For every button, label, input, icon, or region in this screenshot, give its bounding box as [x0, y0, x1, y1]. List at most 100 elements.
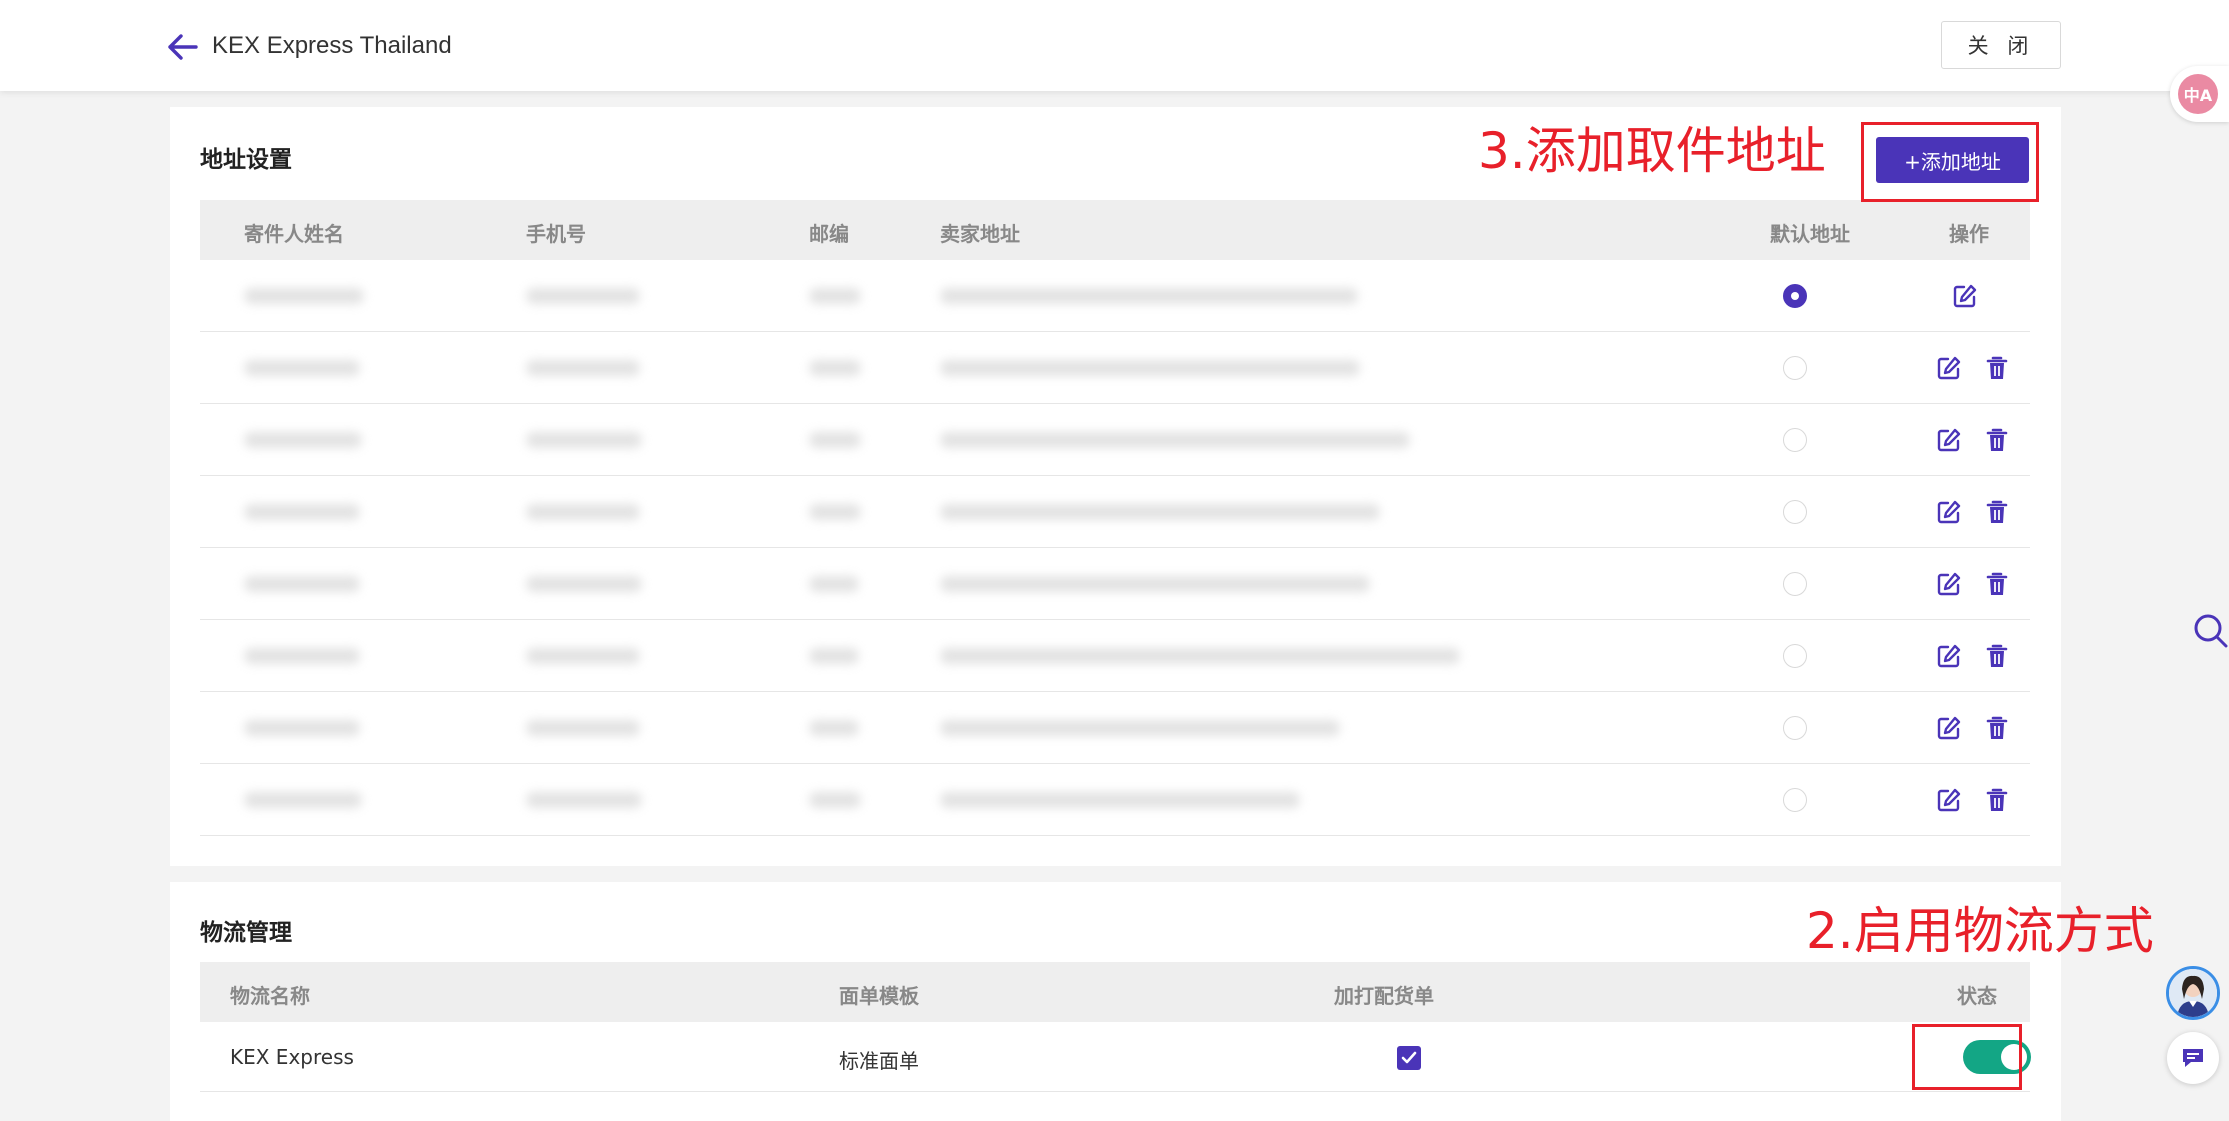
postcode-cell-redacted	[809, 504, 861, 520]
postcode-cell-redacted	[809, 648, 859, 664]
column-status: 状态	[1957, 984, 1997, 1008]
annotation-step3: 3.添加取件地址	[1478, 122, 1826, 180]
seller-address-cell-redacted	[940, 288, 1358, 304]
chat-button[interactable]	[2167, 1032, 2219, 1084]
edit-icon	[1937, 644, 1961, 668]
side-search-button[interactable]	[2190, 610, 2229, 650]
table-row	[200, 260, 2030, 332]
edit-icon	[1937, 500, 1961, 524]
default-address-radio[interactable]	[1783, 644, 1807, 668]
print-packing-list-checkbox[interactable]	[1397, 1046, 1421, 1070]
chat-bubble-icon	[2183, 1049, 2203, 1067]
column-postcode: 邮编	[809, 222, 849, 246]
seller-address-cell-redacted	[940, 720, 1340, 736]
close-button[interactable]: 关 闭	[1941, 21, 2061, 69]
default-address-radio[interactable]	[1783, 572, 1807, 596]
delete-address-button[interactable]	[1983, 498, 2011, 526]
phone-cell-redacted	[526, 792, 642, 808]
delete-address-button[interactable]	[1983, 714, 2011, 742]
edit-icon	[1953, 284, 1977, 308]
support-agent-avatar-icon	[2169, 969, 2217, 1017]
edit-address-button[interactable]	[1935, 570, 1963, 598]
postcode-cell-redacted	[809, 360, 861, 376]
table-row	[200, 692, 2030, 764]
address-settings-card: 地址设置 +添加地址 寄件人姓名 手机号 邮编 卖家地址 默认地址 操作	[170, 107, 2061, 866]
default-address-radio[interactable]	[1783, 788, 1807, 812]
trash-icon	[1986, 500, 2008, 523]
column-logistics-name: 物流名称	[230, 984, 310, 1008]
page-title: KEX Express Thailand	[212, 32, 452, 59]
edit-address-button[interactable]	[1951, 282, 1979, 310]
delete-address-button[interactable]	[1983, 642, 2011, 670]
edit-address-button[interactable]	[1935, 354, 1963, 382]
table-row: KEX Express 标准面单	[200, 1022, 2031, 1092]
sender-name-cell-redacted	[244, 720, 360, 736]
edit-address-button[interactable]	[1935, 786, 1963, 814]
annotation-step2: 2.启用物流方式	[1806, 902, 2154, 960]
edit-address-button[interactable]	[1935, 426, 1963, 454]
table-row	[200, 404, 2030, 476]
delete-address-button[interactable]	[1983, 786, 2011, 814]
edit-icon	[1937, 788, 1961, 812]
trash-icon	[1986, 788, 2008, 811]
seller-address-cell-redacted	[940, 432, 1410, 448]
seller-address-cell-redacted	[940, 504, 1380, 520]
default-address-radio[interactable]	[1783, 428, 1807, 452]
top-bar: KEX Express Thailand 关 闭	[0, 0, 2229, 91]
phone-cell-redacted	[526, 432, 642, 448]
default-address-radio[interactable]	[1783, 356, 1807, 380]
column-phone: 手机号	[526, 222, 586, 246]
search-icon	[2194, 614, 2228, 648]
translate-icon: 中A	[2178, 74, 2218, 114]
logistics-table-header: 物流名称 面单模板 加打配货单 状态	[200, 962, 2030, 1022]
table-row	[200, 548, 2030, 620]
phone-cell-redacted	[526, 648, 640, 664]
trash-icon	[1986, 428, 2008, 451]
postcode-cell-redacted	[809, 576, 859, 592]
column-default-address: 默认地址	[1770, 222, 1850, 246]
seller-address-cell-redacted	[940, 792, 1300, 808]
phone-cell-redacted	[526, 504, 640, 520]
phone-cell-redacted	[526, 720, 640, 736]
back-button[interactable]	[166, 30, 200, 64]
translate-widget[interactable]: 中A	[2170, 66, 2229, 122]
postcode-cell-redacted	[809, 288, 861, 304]
annotation-box-add-address	[1861, 122, 2039, 202]
postcode-cell-redacted	[809, 720, 859, 736]
default-address-radio[interactable]	[1783, 500, 1807, 524]
default-address-radio[interactable]	[1783, 716, 1807, 740]
edit-address-button[interactable]	[1935, 498, 1963, 526]
edit-address-button[interactable]	[1935, 642, 1963, 670]
seller-address-cell-redacted	[940, 648, 1460, 664]
checkmark-icon	[1401, 1051, 1417, 1064]
default-address-radio[interactable]	[1783, 284, 1807, 308]
table-row	[200, 620, 2030, 692]
table-row	[200, 476, 2030, 548]
sender-name-cell-redacted	[244, 504, 360, 520]
column-waybill-template: 面单模板	[839, 984, 919, 1008]
phone-cell-redacted	[526, 576, 642, 592]
delete-address-button[interactable]	[1983, 354, 2011, 382]
address-section-title: 地址设置	[200, 147, 292, 173]
logistics-management-card: 物流管理 物流名称 面单模板 加打配货单 状态 KEX Express 标准面单	[170, 882, 2061, 1121]
delete-address-button[interactable]	[1983, 570, 2011, 598]
sender-name-cell-redacted	[244, 648, 360, 664]
trash-icon	[1986, 572, 2008, 595]
sender-name-cell-redacted	[244, 288, 364, 304]
phone-cell-redacted	[526, 360, 640, 376]
address-table-header: 寄件人姓名 手机号 邮编 卖家地址 默认地址 操作	[200, 200, 2030, 260]
delete-address-button[interactable]	[1983, 426, 2011, 454]
column-actions: 操作	[1949, 222, 1989, 246]
seller-address-cell-redacted	[940, 360, 1360, 376]
logistics-name: KEX Express	[230, 1045, 354, 1069]
edit-icon	[1937, 572, 1961, 596]
support-avatar[interactable]	[2166, 966, 2220, 1020]
edit-address-button[interactable]	[1935, 714, 1963, 742]
sender-name-cell-redacted	[244, 576, 360, 592]
edit-icon	[1937, 356, 1961, 380]
arrow-left-icon	[168, 34, 198, 60]
sender-name-cell-redacted	[244, 360, 360, 376]
table-row	[200, 332, 2030, 404]
table-row	[200, 764, 2030, 836]
column-print-packing-list: 加打配货单	[1334, 984, 1434, 1008]
